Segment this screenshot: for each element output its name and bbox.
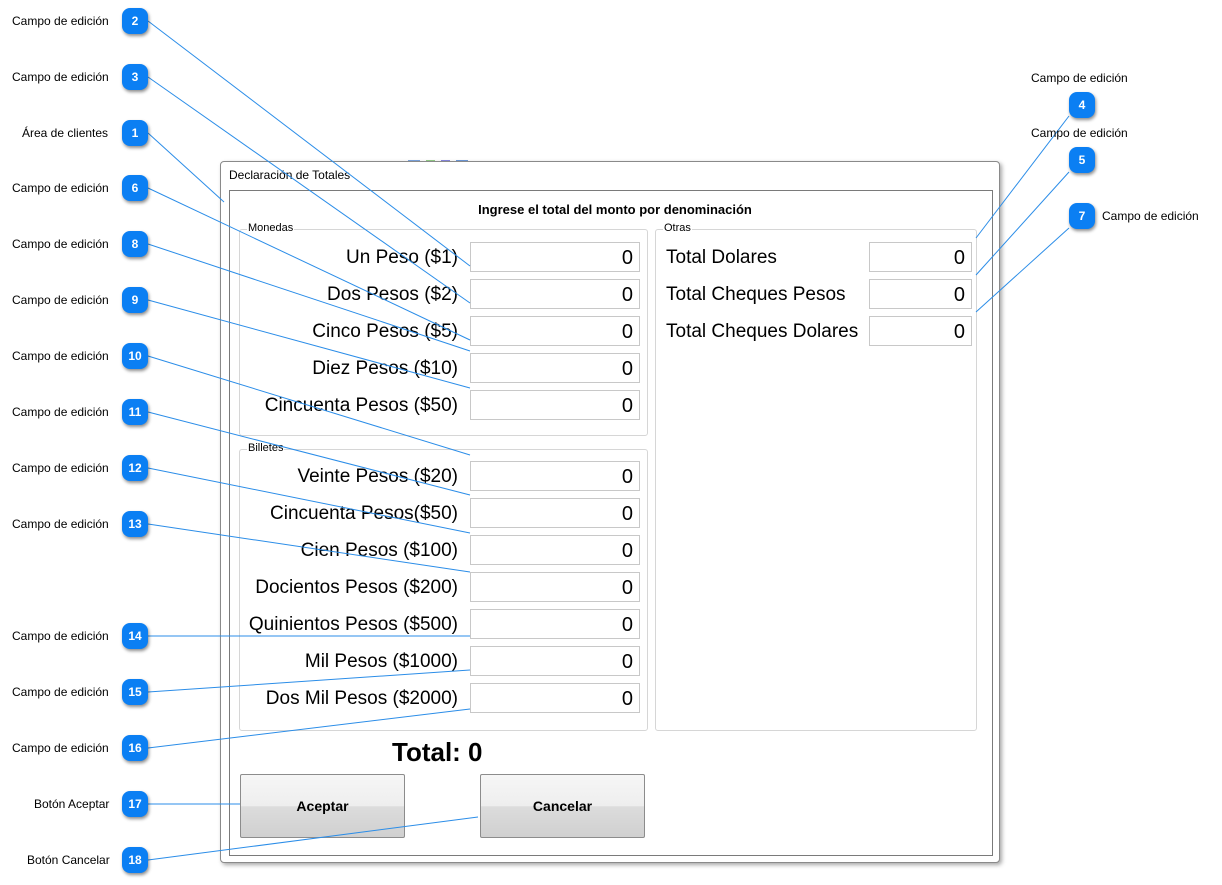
cien-pesos-field[interactable]: 0 bbox=[470, 535, 640, 565]
billetes-row-label: Mil Pesos ($1000) bbox=[304, 651, 458, 672]
cinco-pesos-field[interactable]: 0 bbox=[470, 316, 640, 346]
billetes-row-label: Cien Pesos ($100) bbox=[300, 540, 458, 561]
billetes-row-label: Veinte Pesos ($20) bbox=[297, 466, 458, 487]
billetes-row-label: Docientos Pesos ($200) bbox=[255, 577, 458, 598]
callout-badge: 9 bbox=[122, 287, 148, 313]
callout-badge: 1 bbox=[122, 120, 148, 146]
callout-badge: 10 bbox=[122, 343, 148, 369]
callout-label: Campo de edición bbox=[12, 14, 109, 28]
monedas-row-label: Diez Pesos ($10) bbox=[312, 358, 458, 379]
callout-label: Área de clientes bbox=[22, 126, 109, 140]
cancel-button[interactable]: Cancelar bbox=[480, 774, 645, 838]
callout-badge: 12 bbox=[122, 455, 148, 481]
callout-badge: 2 bbox=[122, 8, 148, 34]
callout-label: Campo de edición bbox=[12, 293, 109, 307]
accept-button[interactable]: Aceptar bbox=[240, 774, 405, 838]
diez-pesos-field[interactable]: 0 bbox=[470, 353, 640, 383]
callout-badge: 6 bbox=[122, 175, 148, 201]
callout-badge: 4 bbox=[1069, 92, 1095, 118]
otras-row-label: Total Cheques Dolares bbox=[666, 321, 859, 342]
callout-label: Campo de edición bbox=[1031, 126, 1128, 140]
callout-badge: 18 bbox=[122, 847, 148, 873]
callout-label: Campo de edición bbox=[12, 629, 109, 643]
callout-badge: 11 bbox=[122, 399, 148, 425]
monedas-row-label: Un Peso ($1) bbox=[346, 247, 458, 268]
monedas-row-label: Dos Pesos ($2) bbox=[327, 284, 458, 305]
veinte-pesos-field[interactable]: 0 bbox=[470, 461, 640, 491]
cincuenta-pesos-moneda-field[interactable]: 0 bbox=[470, 390, 640, 420]
callout-label: Campo de edición bbox=[12, 405, 109, 419]
otras-row-label: Total Dolares bbox=[666, 247, 777, 268]
callout-badge: 13 bbox=[122, 511, 148, 537]
monedas-row-label: Cincuenta Pesos ($50) bbox=[264, 395, 458, 416]
mil-pesos-field[interactable]: 0 bbox=[470, 646, 640, 676]
callout-label: Botón Aceptar bbox=[34, 797, 110, 811]
callout-badge: 3 bbox=[122, 64, 148, 90]
dos-pesos-field[interactable]: 0 bbox=[470, 279, 640, 309]
callout-label: Campo de edición bbox=[12, 181, 109, 195]
dialog-content: Ingrese el total del monto por denominac… bbox=[220, 161, 998, 861]
quinientos-pesos-field[interactable]: 0 bbox=[470, 609, 640, 639]
callout-label: Campo de edición bbox=[12, 237, 109, 251]
dos-mil-pesos-field[interactable]: 0 bbox=[470, 683, 640, 713]
group-billetes-label: Billetes bbox=[247, 442, 285, 454]
callout-line bbox=[147, 132, 225, 203]
callout-badge: 8 bbox=[122, 231, 148, 257]
callout-label: Campo de edición bbox=[12, 70, 109, 84]
callout-badge: 16 bbox=[122, 735, 148, 761]
otras-row-label: Total Cheques Pesos bbox=[666, 284, 846, 305]
callout-label: Campo de edición bbox=[12, 685, 109, 699]
total-cheques-pesos-field[interactable]: 0 bbox=[869, 279, 972, 309]
cincuenta-pesos-billete-field[interactable]: 0 bbox=[470, 498, 640, 528]
callout-label: Campo de edición bbox=[12, 349, 109, 363]
callout-label: Campo de edición bbox=[12, 741, 109, 755]
total-label: Total: 0 bbox=[392, 737, 483, 767]
callout-badge: 15 bbox=[122, 679, 148, 705]
callout-label: Campo de edición bbox=[12, 461, 109, 475]
callout-label: Campo de edición bbox=[1031, 71, 1128, 85]
callout-label: Campo de edición bbox=[1102, 209, 1199, 223]
instruction-heading: Ingrese el total del monto por denominac… bbox=[478, 202, 752, 217]
billetes-row-label: Quinientos Pesos ($500) bbox=[248, 614, 458, 635]
docientos-pesos-field[interactable]: 0 bbox=[470, 572, 640, 602]
callout-badge: 7 bbox=[1069, 203, 1095, 229]
callout-badge: 14 bbox=[122, 623, 148, 649]
monedas-row-label: Cinco Pesos ($5) bbox=[312, 321, 458, 342]
callout-label: Botón Cancelar bbox=[27, 853, 110, 867]
callout-label: Campo de edición bbox=[12, 517, 109, 531]
group-otras-label: Otras bbox=[663, 222, 692, 234]
total-cheques-dolares-field[interactable]: 0 bbox=[869, 316, 972, 346]
total-dolares-field[interactable]: 0 bbox=[869, 242, 972, 272]
un-peso-field[interactable]: 0 bbox=[470, 242, 640, 272]
billetes-row-label: Dos Mil Pesos ($2000) bbox=[265, 688, 458, 709]
callout-badge: 5 bbox=[1069, 147, 1095, 173]
callout-badge: 17 bbox=[122, 791, 148, 817]
group-monedas-label: Monedas bbox=[247, 222, 295, 234]
billetes-row-label: Cincuenta Pesos($50) bbox=[270, 503, 458, 524]
